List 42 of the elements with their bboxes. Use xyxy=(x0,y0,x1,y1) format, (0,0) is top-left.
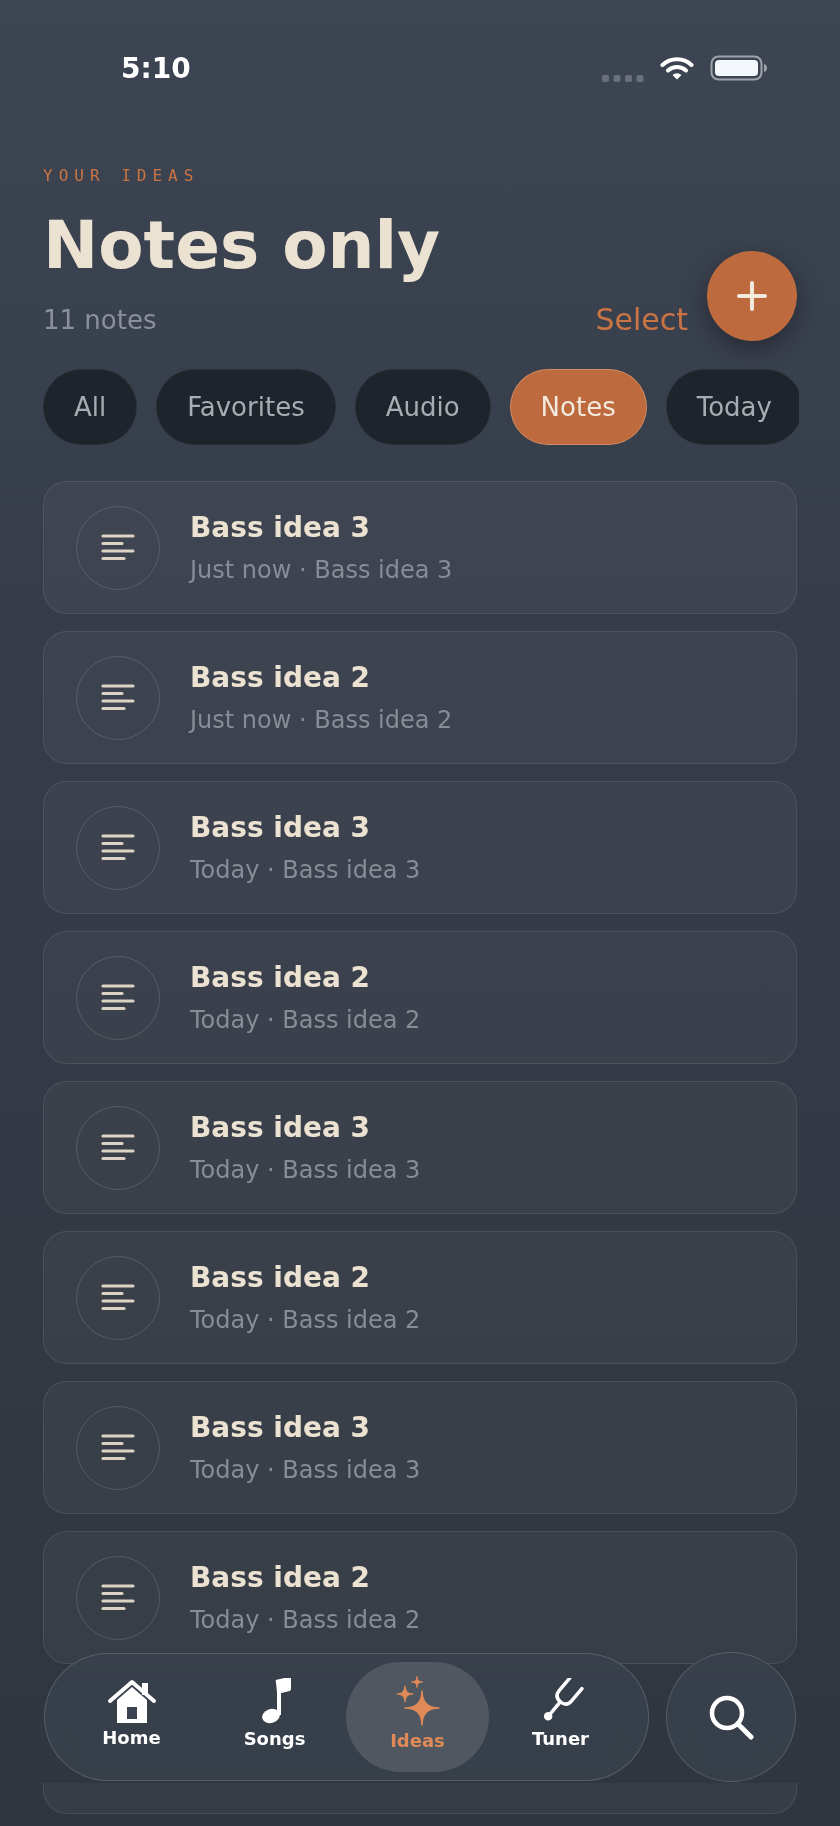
page-title: Notes only xyxy=(43,211,441,281)
filter-chip[interactable]: Audio xyxy=(354,369,491,445)
filter-chip[interactable]: Today xyxy=(665,369,799,445)
note-subtitle: Just now · Bass idea 3 xyxy=(190,554,453,585)
section-label: YOUR IDEAS xyxy=(43,166,200,186)
note-card[interactable]: Bass idea 3 Today · Bass idea 3 xyxy=(43,781,797,914)
note-title: Bass idea 3 xyxy=(190,1410,372,1445)
note-title: Bass idea 3 xyxy=(190,1110,372,1145)
note-title: Bass idea 2 xyxy=(190,1260,372,1295)
note-card[interactable]: Bass idea 2 Just now · Bass idea 2 xyxy=(43,631,797,764)
note-title: Bass idea 3 xyxy=(190,510,372,545)
note-card[interactable]: Bass idea 3 Today · Bass idea 3 xyxy=(43,1381,797,1514)
tab[interactable]: Tuner xyxy=(489,1662,632,1772)
note-subtitle: Today · Bass idea 2 xyxy=(190,1004,421,1035)
note-title: Bass idea 2 xyxy=(190,960,372,995)
note-subtitle: Today · Bass idea 2 xyxy=(190,1304,421,1335)
note-subtitle: Just now · Bass idea 2 xyxy=(190,704,453,735)
note-subtitle: Today · Bass idea 3 xyxy=(190,1454,421,1485)
note-subtitle: Today · Bass idea 3 xyxy=(190,1154,421,1185)
plus-icon xyxy=(737,281,767,311)
filter-chip[interactable]: Favorites xyxy=(156,369,336,445)
wifi-icon xyxy=(660,55,694,81)
note-title: Bass idea 2 xyxy=(190,660,372,695)
home-icon xyxy=(106,1679,157,1723)
note-subtitle: Today · Bass idea 2 xyxy=(190,1604,421,1635)
note-title: Bass idea 2 xyxy=(190,1560,372,1595)
note-card[interactable]: Bass idea 3 Today · Bass idea 3 xyxy=(43,1081,797,1214)
battery-icon xyxy=(710,55,768,81)
search-icon xyxy=(708,1694,754,1740)
status-time: 5:10 xyxy=(121,51,191,85)
signal-icon xyxy=(602,74,644,82)
note-card[interactable]: Bass idea 2 Today · Bass idea 2 xyxy=(43,1531,797,1664)
note-subtitle: Today · Bass idea 3 xyxy=(190,854,421,885)
tab[interactable]: Songs xyxy=(203,1662,346,1772)
sparkles-icon xyxy=(394,1676,441,1726)
tab[interactable]: Home xyxy=(60,1662,203,1772)
filter-chip[interactable]: All xyxy=(43,369,138,445)
note-title: Bass idea 3 xyxy=(190,810,372,845)
note-count: 11 notes xyxy=(43,304,157,337)
note-card[interactable]: Bass idea 2 Today · Bass idea 2 xyxy=(43,1231,797,1364)
note-card[interactable]: Bass idea 3 Just now · Bass idea 3 xyxy=(43,481,797,614)
note-card[interactable]: Bass idea 2 Today · Bass idea 2 xyxy=(43,931,797,1064)
